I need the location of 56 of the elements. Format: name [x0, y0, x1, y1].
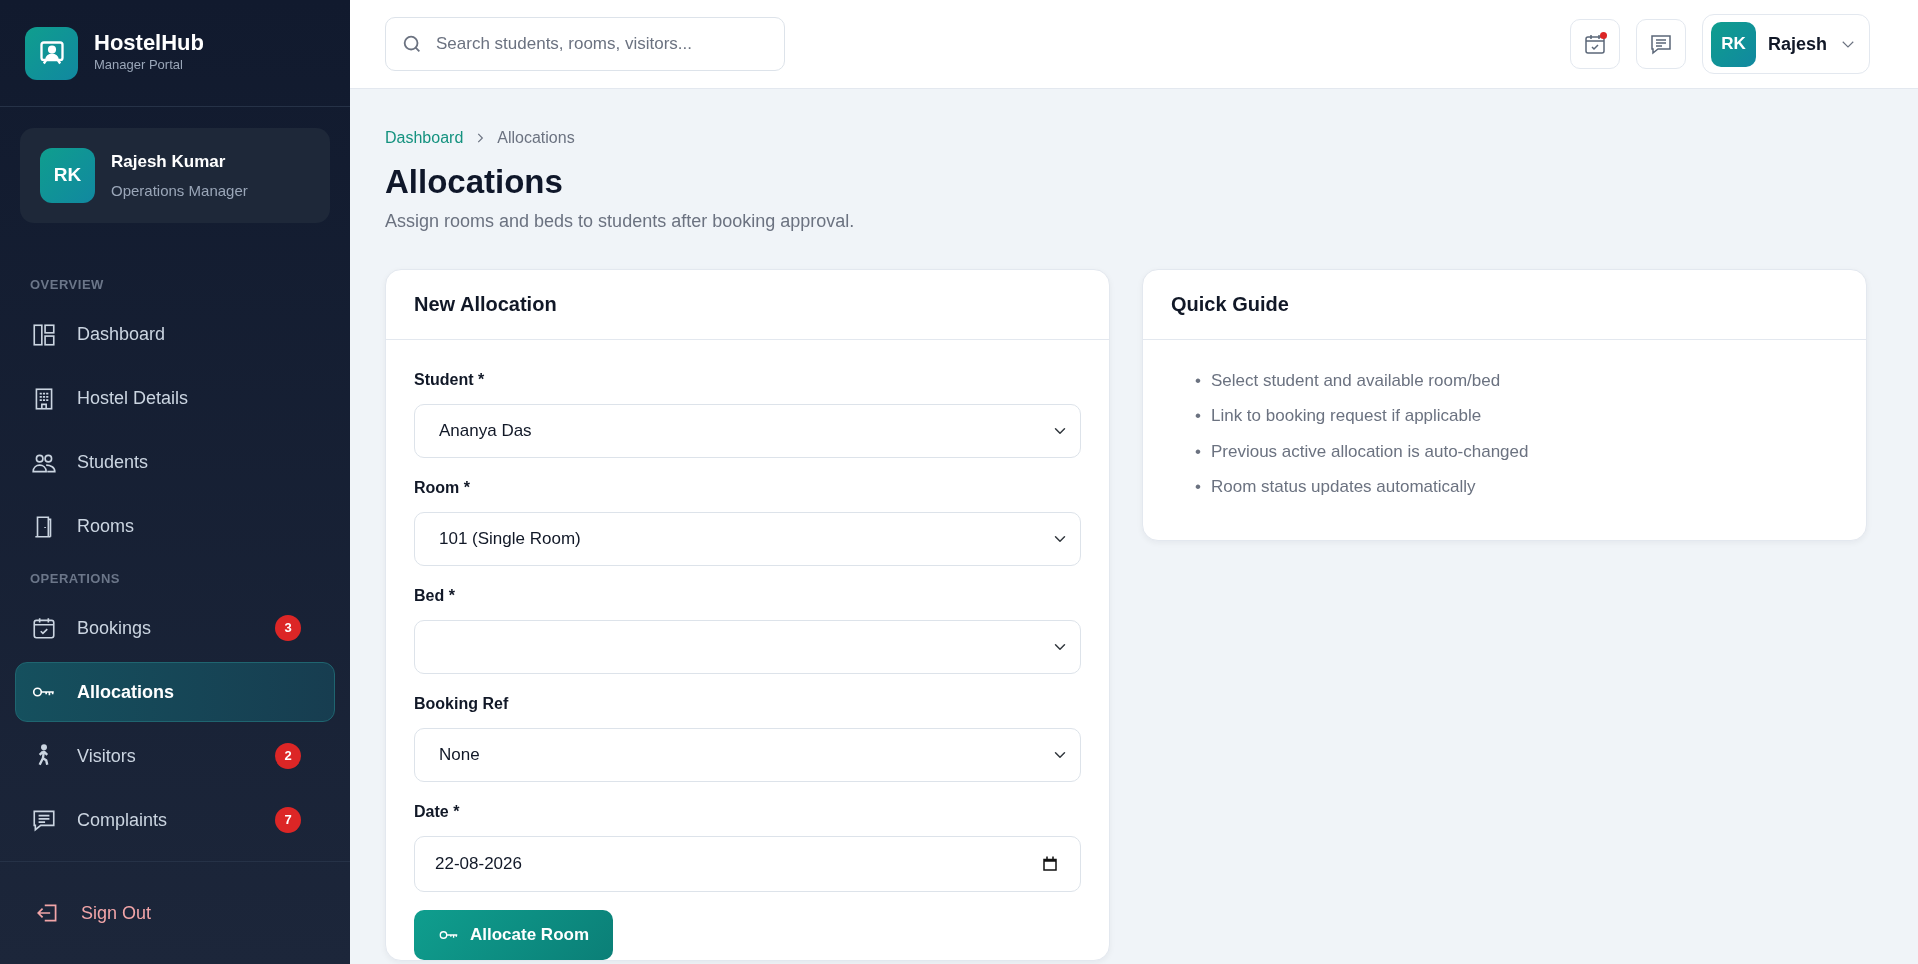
user-role: Operations Manager [111, 181, 248, 201]
bullet: • [1195, 405, 1201, 428]
count-badge: 2 [275, 743, 301, 769]
select-field[interactable] [414, 619, 1081, 674]
nav-item[interactable]: Rooms [15, 496, 335, 557]
select-field[interactable]: None [414, 727, 1081, 782]
profile-menu-button[interactable]: RK Rajesh [1701, 14, 1870, 74]
nav-item[interactable]: Allocations [15, 662, 335, 722]
nav-item[interactable]: Hostel Details [15, 368, 335, 429]
field-label: Bed * [414, 585, 456, 606]
avatar: RK [40, 148, 95, 203]
guide-item: Previous active allocation is auto-changed [1210, 440, 1529, 463]
calendar-button[interactable] [1569, 19, 1620, 69]
logo-icon [25, 26, 78, 80]
card-title: New Allocation [386, 269, 1109, 340]
user-name: Rajesh Kumar [111, 150, 227, 173]
nav-item[interactable]: Students [15, 432, 335, 493]
brand-name: HostelHub [94, 31, 204, 56]
guide-item: Select student and available room/bed [1210, 369, 1501, 392]
chat-icon [1648, 32, 1673, 56]
search-icon [401, 33, 423, 55]
avatar: RK [1710, 21, 1756, 67]
card-title: Quick Guide [1143, 269, 1866, 340]
guide-item: Room status updates automatically [1210, 476, 1476, 499]
breadcrumb-link[interactable]: Dashboard [385, 126, 464, 150]
search-field[interactable]: Search students, rooms, visitors... [385, 17, 785, 71]
count-badge: 7 [275, 807, 301, 833]
select-field[interactable]: 101 (Single Room) [414, 511, 1081, 566]
nav-item[interactable]: Visitors 2 [15, 726, 335, 786]
messages-button[interactable] [1635, 19, 1686, 69]
brand-subtitle: Manager Portal [94, 56, 184, 75]
nav-item[interactable]: Bookings 3 [15, 598, 335, 658]
calendar-icon [1582, 32, 1607, 56]
section-heading: OPERATIONS [29, 569, 121, 588]
allocate-button[interactable]: Allocate Room [414, 909, 614, 960]
field-label: Student * [414, 369, 486, 390]
sign-out-link[interactable]: Sign Out [35, 899, 152, 927]
bullet: • [1195, 476, 1201, 499]
select-field[interactable]: Ananya Das [414, 403, 1081, 458]
layout-icon [31, 321, 57, 348]
nav-item[interactable]: Dashboard [15, 304, 335, 365]
count-badge: 3 [275, 615, 301, 641]
bullet: • [1195, 440, 1201, 463]
field-label: Date * [414, 801, 461, 822]
field-label: Booking Ref [414, 693, 510, 714]
field-label: Room * [414, 477, 471, 498]
section-heading: OVERVIEW [29, 276, 105, 294]
calendar-icon [31, 615, 57, 641]
guide-item: Link to booking request if applicable [1210, 405, 1482, 428]
bullet: • [1195, 369, 1201, 392]
page-title: Allocations [385, 162, 564, 202]
nav-item[interactable]: Complaints 7 [15, 790, 335, 850]
date-field[interactable]: 22-08-2026 [414, 835, 1081, 892]
page-subtitle: Assign rooms and beds to students after booking approval. [385, 209, 856, 233]
calendar-icon [1041, 854, 1059, 873]
breadcrumb-current: Allocations [497, 128, 575, 148]
